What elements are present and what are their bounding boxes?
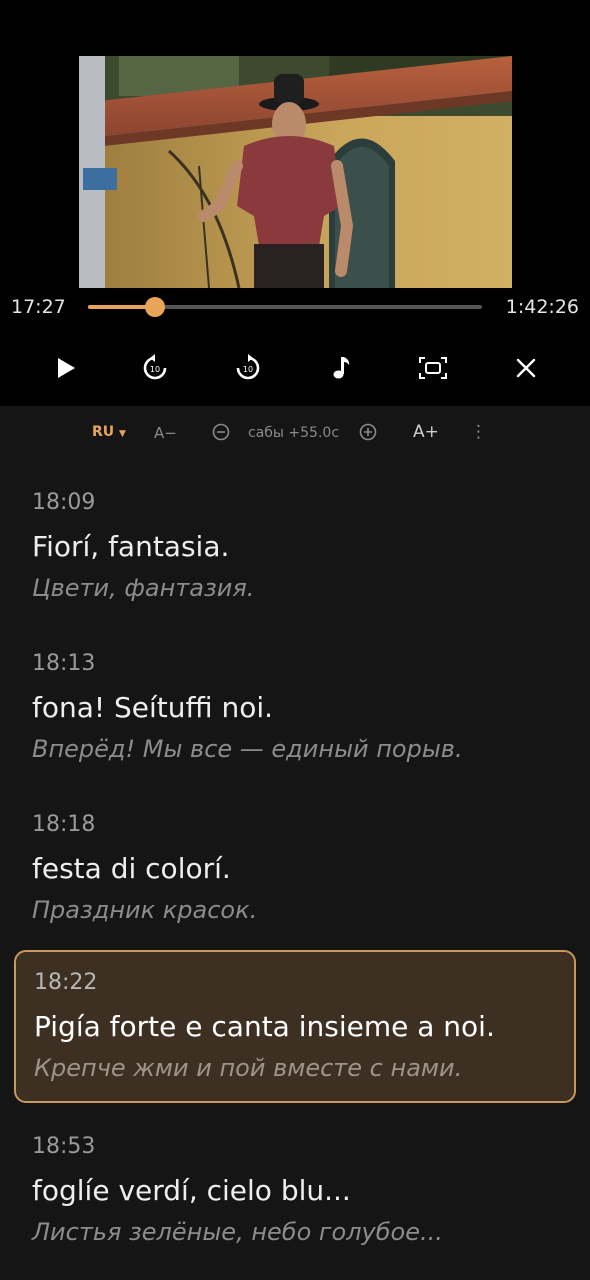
svg-text:10: 10 [243, 365, 253, 374]
play-icon [58, 358, 75, 378]
subtitle-offset-label: сабы +55.0с [248, 425, 340, 441]
cue-time: 18:13 [32, 651, 96, 676]
subtitle-language-selector[interactable]: RU ▼ [92, 424, 126, 440]
cue-translation-text: Праздник красок. [32, 896, 258, 924]
chevron-down-icon: ▼ [119, 429, 126, 439]
plus-circle-icon [359, 423, 377, 441]
cue-original-text: Pigía forte e canta insieme a noi. [34, 1010, 495, 1043]
cue-translation-text: Крепче жми и пой вместе с нами. [34, 1054, 463, 1082]
font-larger-button[interactable]: A+ [413, 422, 439, 442]
cue-original-text: fona! Seítuffi noi. [32, 691, 274, 724]
player-controls: 10 10 [0, 328, 590, 406]
cue-translation-text: Цвети, фантазия. [32, 574, 255, 602]
play-button[interactable] [45, 348, 85, 388]
video-still [79, 56, 512, 288]
rewind-10-icon: 10 [143, 354, 167, 380]
forward-10-button[interactable]: 10 [228, 348, 268, 388]
offset-decrease-button[interactable] [212, 423, 230, 445]
subtitle-cue[interactable]: 18:53 foglíe verdí, cielo blu... Листья … [14, 1112, 576, 1262]
minus-circle-icon [212, 423, 230, 441]
cue-time: 18:18 [32, 812, 96, 837]
cue-original-text: festa di colorí. [32, 852, 231, 885]
audio-track-button[interactable] [321, 348, 361, 388]
seek-thumb[interactable] [144, 297, 165, 317]
current-time: 17:27 [11, 296, 66, 318]
subtitle-list[interactable]: 18:09 Fiorí, fantasia. Цвети, фантазия. … [0, 462, 590, 1280]
cue-time: 18:09 [32, 490, 96, 515]
fit-screen-button[interactable] [413, 348, 453, 388]
cue-time: 18:53 [32, 1134, 96, 1159]
subtitle-cue-active[interactable]: 18:22 Pigía forte e canta insieme a noi.… [14, 950, 576, 1103]
offset-increase-button[interactable] [359, 423, 377, 445]
video-area[interactable] [0, 0, 590, 288]
fit-screen-icon [419, 357, 447, 379]
cue-original-text: Fiorí, fantasia. [32, 530, 230, 563]
cue-time: 18:22 [34, 970, 98, 995]
subtitle-cue[interactable]: 18:13 fona! Seítuffi noi. Вперёд! Мы все… [14, 629, 576, 779]
cue-original-text: foglíe verdí, cielo blu... [32, 1174, 351, 1207]
video-frame[interactable] [79, 56, 512, 288]
more-options-icon[interactable]: ⋮ [470, 422, 487, 442]
subtitle-cue[interactable]: 18:09 Fiorí, fantasia. Цвети, фантазия. [14, 468, 576, 618]
close-button[interactable] [506, 348, 546, 388]
subtitle-cue[interactable]: 18:18 festa di colorí. Праздник красок. [14, 790, 576, 940]
total-time: 1:42:26 [505, 296, 579, 318]
seek-bar-row: 17:27 1:42:26 [0, 288, 590, 328]
forward-10-icon: 10 [236, 354, 260, 380]
font-smaller-button[interactable]: A− [154, 424, 177, 442]
subtitle-toolbar: RU ▼ A− сабы +55.0с A+ ⋮ [0, 406, 590, 462]
rewind-10-button[interactable]: 10 [135, 348, 175, 388]
cue-translation-text: Вперёд! Мы все — единый порыв. [32, 735, 463, 763]
music-note-icon [333, 357, 350, 379]
svg-text:10: 10 [150, 365, 160, 374]
close-icon [516, 358, 536, 378]
language-label: RU [92, 424, 115, 440]
seek-track[interactable] [88, 297, 482, 317]
cue-translation-text: Листья зелёные, небо голубое... [32, 1218, 443, 1246]
